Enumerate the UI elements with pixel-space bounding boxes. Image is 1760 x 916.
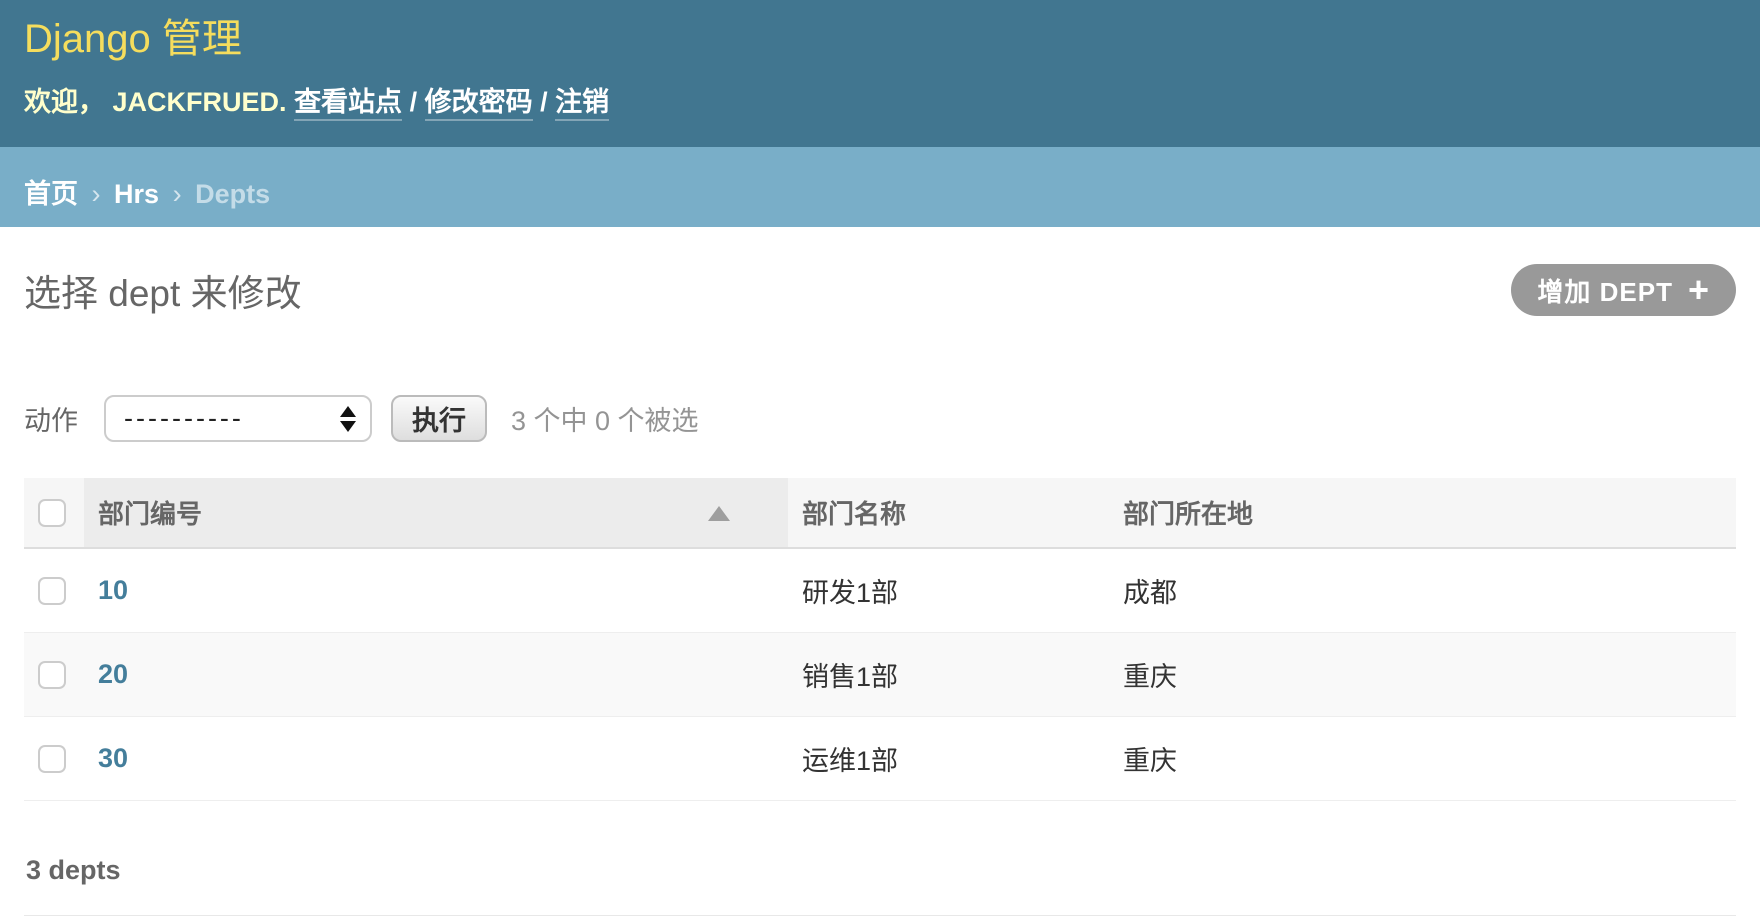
action-select-value: ---------- xyxy=(124,403,244,434)
row-checkbox[interactable] xyxy=(38,745,66,773)
plus-icon: + xyxy=(1688,275,1710,305)
actions-label: 动作 xyxy=(24,399,78,438)
user-tools: 欢迎， JACKFRUED. 查看站点 / 修改密码 / 注销 xyxy=(24,80,1736,119)
row-select-cell xyxy=(24,633,84,717)
action-select[interactable]: ---------- xyxy=(104,395,372,442)
select-spinner-icon xyxy=(340,406,356,432)
dept-no-cell: 20 xyxy=(84,633,788,717)
result-list: 部门编号 部门名称 部门所在地 10 研发1部 成都 xyxy=(24,478,1736,916)
row-select-cell xyxy=(24,717,84,801)
paginator-count: 3 depts xyxy=(24,828,1736,916)
dept-link[interactable]: 30 xyxy=(98,743,128,773)
breadcrumb: 首页 › Hrs › Depts xyxy=(0,147,1760,227)
add-dept-button[interactable]: 增加 DEPT + xyxy=(1511,264,1736,316)
column-header-label: 部门所在地 xyxy=(1123,499,1253,529)
dept-link[interactable]: 20 xyxy=(98,659,128,689)
site-header: Django 管理 欢迎， JACKFRUED. 查看站点 / 修改密码 / 注… xyxy=(0,0,1760,147)
dept-name-cell: 研发1部 xyxy=(788,548,1109,633)
breadcrumb-hrs-link[interactable]: Hrs xyxy=(114,179,159,209)
dept-name-cell: 销售1部 xyxy=(788,633,1109,717)
dept-location-cell: 重庆 xyxy=(1109,633,1736,717)
breadcrumb-current: Depts xyxy=(195,179,270,209)
select-all-checkbox[interactable] xyxy=(38,499,66,527)
row-checkbox[interactable] xyxy=(38,661,66,689)
breadcrumb-separator: › xyxy=(86,179,107,209)
table-row: 10 研发1部 成都 xyxy=(24,548,1736,633)
table-row: 30 运维1部 重庆 xyxy=(24,717,1736,801)
column-header-dept-no[interactable]: 部门编号 xyxy=(84,478,788,548)
dept-no-cell: 10 xyxy=(84,548,788,633)
dept-location-cell: 成都 xyxy=(1109,548,1736,633)
table-row: 20 销售1部 重庆 xyxy=(24,633,1736,717)
column-header-label: 部门名称 xyxy=(802,499,906,529)
welcome-prefix: 欢迎， xyxy=(24,87,105,117)
row-select-cell xyxy=(24,548,84,633)
sort-ascending-icon[interactable] xyxy=(708,506,730,521)
table-header-row: 部门编号 部门名称 部门所在地 xyxy=(24,478,1736,548)
change-password-link[interactable]: 修改密码 xyxy=(425,87,533,121)
page-title: 选择 dept 来修改 xyxy=(24,263,302,317)
view-site-link[interactable]: 查看站点 xyxy=(294,87,402,121)
breadcrumb-home-link[interactable]: 首页 xyxy=(24,179,78,209)
breadcrumb-separator: › xyxy=(167,179,188,209)
username-suffix: . xyxy=(279,87,287,117)
column-header-label: 部门编号 xyxy=(98,499,202,529)
dept-link[interactable]: 10 xyxy=(98,575,128,605)
user-tools-separator: / xyxy=(410,87,418,117)
column-header-dept-name[interactable]: 部门名称 xyxy=(788,478,1109,548)
dept-name-cell: 运维1部 xyxy=(788,717,1109,801)
dept-location-cell: 重庆 xyxy=(1109,717,1736,801)
row-checkbox[interactable] xyxy=(38,577,66,605)
select-all-header xyxy=(24,478,84,548)
content-header: 选择 dept 来修改 增加 DEPT + xyxy=(24,263,1736,317)
column-header-dept-location[interactable]: 部门所在地 xyxy=(1109,478,1736,548)
logout-link[interactable]: 注销 xyxy=(555,87,609,121)
site-title-link[interactable]: Django 管理 xyxy=(24,14,1736,64)
user-tools-separator: / xyxy=(540,87,548,117)
actions-bar: 动作 ---------- 执行 3 个中 0 个被选 xyxy=(24,395,1736,442)
content: 选择 dept 来修改 增加 DEPT + 动作 ---------- 执行 3… xyxy=(0,263,1760,916)
add-dept-button-label: 增加 DEPT xyxy=(1537,272,1673,309)
action-counter: 3 个中 0 个被选 xyxy=(511,399,699,438)
dept-no-cell: 30 xyxy=(84,717,788,801)
username: JACKFRUED xyxy=(113,87,280,117)
run-action-button[interactable]: 执行 xyxy=(391,395,487,442)
